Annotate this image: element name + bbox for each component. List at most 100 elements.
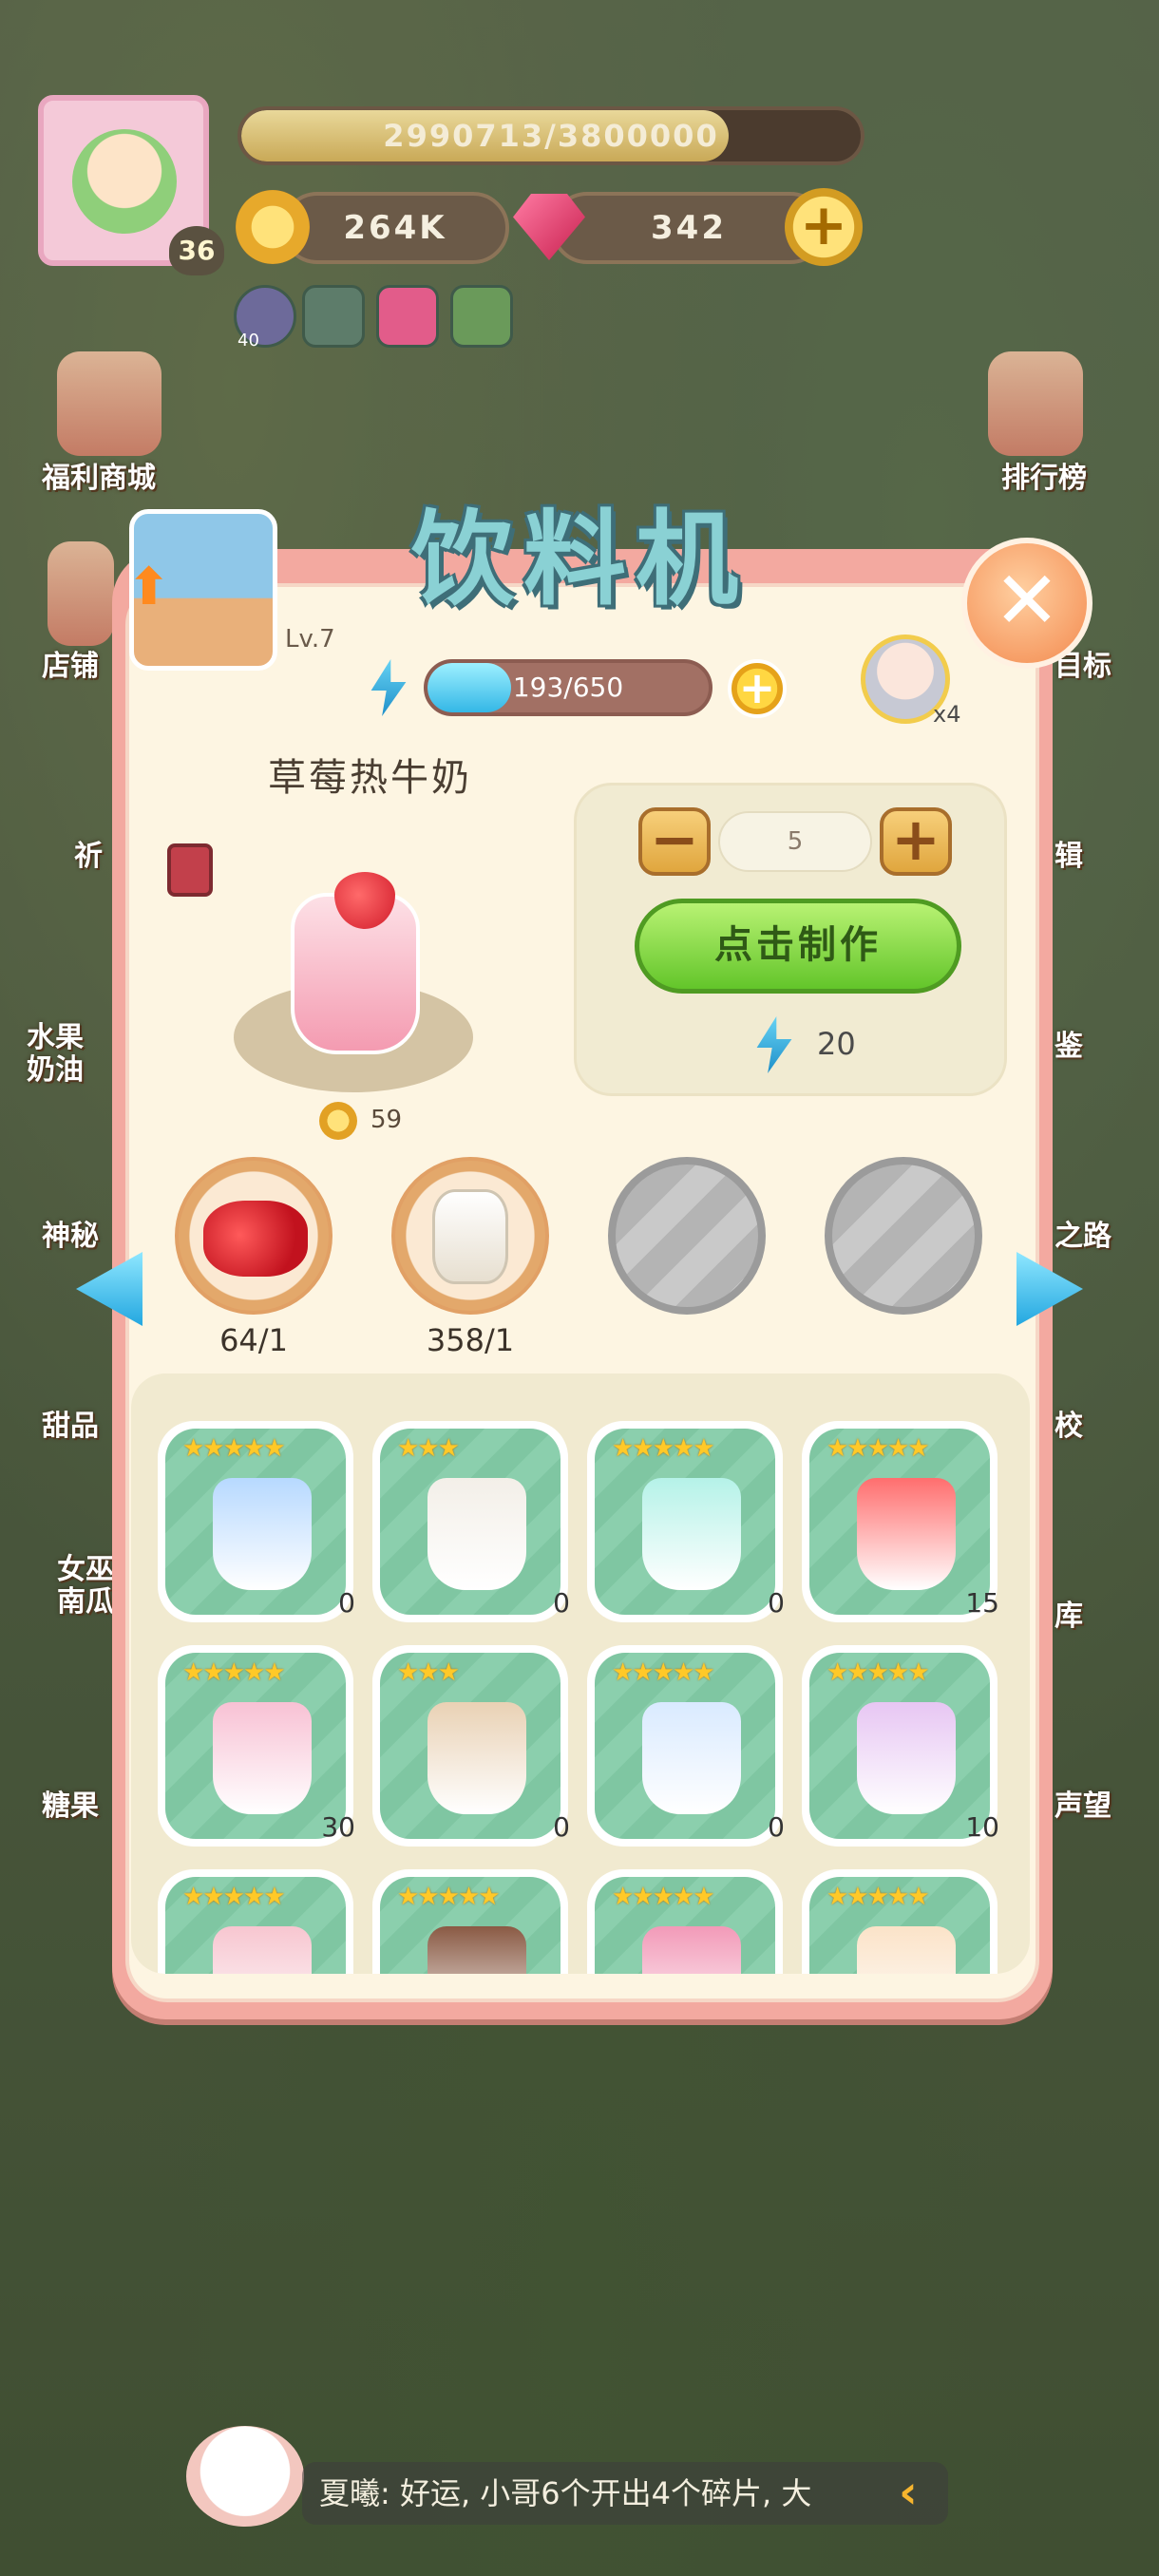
drink-stars: ★★★ xyxy=(397,1434,460,1463)
welfare-shop-icon[interactable] xyxy=(57,351,162,456)
ingredient-slot-1[interactable] xyxy=(175,1157,332,1315)
side-right-3[interactable]: 鉴 xyxy=(1054,1022,1083,1064)
drink-quantity: 0 xyxy=(338,1587,355,1619)
quantity-field[interactable]: 5 xyxy=(718,811,872,872)
drink-stars: ★★★★★ xyxy=(826,1658,930,1687)
price-coin-icon xyxy=(319,1102,357,1140)
ingredient-slot-4 xyxy=(825,1157,982,1315)
drink-card-bg: ★★★★★ xyxy=(809,1653,990,1839)
drink-card-bg: ★★★★★ xyxy=(595,1429,775,1615)
upgrade-arrow-icon[interactable]: ⬆ xyxy=(127,557,180,616)
drink-icon xyxy=(642,1702,741,1814)
heart-icon[interactable] xyxy=(376,285,439,348)
drink-card[interactable]: ★★★ 0 xyxy=(372,1421,570,1622)
side-left-1[interactable]: 店铺 xyxy=(42,642,99,684)
machine-level: Lv.7 xyxy=(285,625,335,653)
drink-card-bg: ★★★★★ xyxy=(165,1429,346,1615)
coin-counter: 264K xyxy=(281,192,509,264)
strawberry-icon xyxy=(203,1201,308,1277)
drink-card[interactable]: ★★★★★ xyxy=(802,1869,998,1974)
drink-card[interactable]: ★★★★★ xyxy=(587,1869,783,1974)
drink-icon xyxy=(213,1926,312,1974)
drink-icon xyxy=(213,1702,312,1814)
drink-card[interactable]: ★★★★★ 15 xyxy=(802,1421,999,1622)
magic-circle-count: 40 xyxy=(238,331,259,350)
drink-stars: ★★★★★ xyxy=(612,1658,715,1687)
close-button[interactable]: ✕ xyxy=(961,538,1092,669)
drink-stars: ★★★★★ xyxy=(612,1883,715,1911)
drink-card[interactable]: ★★★★★ 0 xyxy=(587,1645,785,1847)
drink-card[interactable]: ★★★★★ 30 xyxy=(158,1645,355,1847)
chat-message[interactable]: 夏曦: 好运, 小哥6个开出4个碎片, 大 xyxy=(302,2462,948,2525)
drink-stars: ★★★ xyxy=(397,1658,460,1687)
drink-card-bg: ★★★★★ xyxy=(165,1877,346,1974)
drink-card-bg: ★★★★★ xyxy=(595,1653,775,1839)
drink-icon xyxy=(857,1702,956,1814)
side-left-0[interactable]: 福利商城 xyxy=(42,454,156,496)
drink-card-bg: ★★★★★ xyxy=(380,1877,560,1974)
side-right-5[interactable]: 校 xyxy=(1054,1402,1083,1444)
drink-card[interactable]: ★★★★★ xyxy=(372,1869,568,1974)
drink-card-bg: ★★★★★ xyxy=(809,1429,990,1615)
side-right-6[interactable]: 库 xyxy=(1054,1592,1083,1634)
chat-expand-icon[interactable]: ‹ xyxy=(899,2466,918,2519)
side-right-0[interactable]: 排行榜 xyxy=(1001,454,1087,496)
drink-quantity: 0 xyxy=(553,1587,570,1619)
ranking-icon[interactable] xyxy=(988,351,1083,456)
side-right-7[interactable]: 声望 xyxy=(1054,1782,1112,1824)
drink-quantity: 0 xyxy=(768,1811,785,1843)
increase-quantity-button[interactable]: + xyxy=(880,807,952,876)
add-energy-button[interactable]: + xyxy=(728,659,787,718)
milk-jar-icon xyxy=(432,1189,508,1284)
side-right-4[interactable]: 之路 xyxy=(1054,1212,1112,1254)
drink-stars: ★★★★★ xyxy=(182,1883,286,1911)
side-left-7[interactable]: 糖果 xyxy=(42,1782,99,1824)
drink-quantity: 0 xyxy=(553,1811,570,1843)
ingredient-slot-2[interactable] xyxy=(391,1157,549,1315)
ingredient-count-1: 64/1 xyxy=(219,1322,288,1358)
drink-quantity: 15 xyxy=(965,1587,999,1619)
drink-card[interactable]: ★★★★★ 0 xyxy=(158,1421,355,1622)
side-left-4[interactable]: 神秘 xyxy=(42,1212,99,1254)
side-right-2[interactable]: 辑 xyxy=(1054,832,1083,874)
drink-card[interactable]: ★★★★★ 0 xyxy=(587,1421,785,1622)
panel-title: 饮料机 xyxy=(410,501,748,619)
side-left-5[interactable]: 甜品 xyxy=(42,1402,99,1444)
energy-text: 193/650 xyxy=(512,672,624,703)
drink-card[interactable]: ★★★★★ 10 xyxy=(802,1645,999,1847)
drink-grid: ★★★★★ 0 ★★★ 0 ★★★★★ 0 ★★★★★ 15 ★★★★★ 30 ★★★ 0 ★★★★★ 0… xyxy=(131,1373,1030,1974)
product-price: 59 xyxy=(370,1106,403,1134)
drink-card[interactable]: ★★★ 0 xyxy=(372,1645,570,1847)
decrease-quantity-button[interactable]: − xyxy=(638,807,711,876)
drink-stars: ★★★★★ xyxy=(826,1434,930,1463)
drink-icon xyxy=(428,1926,526,1974)
avatar-face xyxy=(72,129,177,234)
product-name: 草莓热牛奶 xyxy=(268,756,472,800)
drink-icon xyxy=(428,1478,526,1590)
drink-stars: ★★★★★ xyxy=(612,1434,715,1463)
make-button[interactable]: 点击制作 xyxy=(635,899,961,994)
drink-stars: ★★★★★ xyxy=(182,1658,286,1687)
chat-icon[interactable] xyxy=(186,2426,304,2527)
add-gems-button[interactable]: + xyxy=(785,188,863,266)
drink-icon xyxy=(642,1478,741,1590)
drink-quantity: 30 xyxy=(321,1811,355,1843)
drink-stars: ★★★★★ xyxy=(826,1883,930,1911)
drink-icon xyxy=(642,1926,741,1974)
side-left-3[interactable]: 水果 奶油 xyxy=(27,1022,84,1087)
player-level-badge: 36 xyxy=(169,226,224,275)
drink-card[interactable]: ★★★★★ xyxy=(158,1869,353,1974)
xp-text: 2990713/3800000 xyxy=(383,118,719,154)
drink-card-bg: ★★★ xyxy=(380,1429,560,1615)
furniture-icon[interactable] xyxy=(302,285,365,348)
helper-count: x4 xyxy=(933,701,961,728)
drink-stars: ★★★★★ xyxy=(182,1434,286,1463)
side-left-2[interactable]: 祈 xyxy=(74,832,103,874)
side-left-6[interactable]: 女巫 南瓜 xyxy=(57,1554,114,1619)
drink-card-bg: ★★★★★ xyxy=(595,1877,775,1974)
recipe-book-icon[interactable] xyxy=(167,843,213,897)
drink-icon xyxy=(857,1926,956,1974)
gift-icon[interactable] xyxy=(450,285,513,348)
drink-card-bg: ★★★★★ xyxy=(809,1877,990,1974)
shop-icon[interactable] xyxy=(48,541,114,646)
